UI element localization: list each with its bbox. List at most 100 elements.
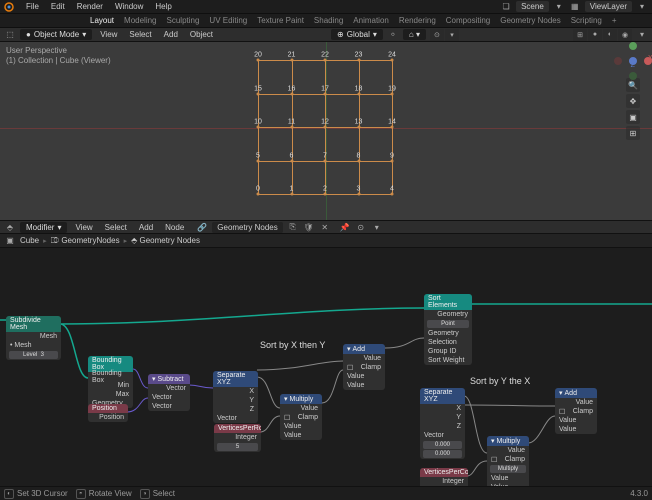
layer-new-icon[interactable]: ▾ <box>636 1 648 13</box>
snap-dropdown[interactable]: ⌂ ▾ <box>403 29 426 40</box>
propedit-dd-icon[interactable]: ▾ <box>445 29 459 41</box>
tab-render[interactable]: Rendering <box>399 16 436 25</box>
orientation-dropdown[interactable]: ⊕ Global ▾ <box>331 29 383 40</box>
crumb-object[interactable]: Cube <box>20 236 39 245</box>
vertex-index-label: 21 <box>288 52 296 59</box>
ne-menu-view[interactable]: View <box>71 223 96 232</box>
nodegroup-link-icon[interactable]: 🔗 <box>196 221 208 233</box>
vertex-index-label: 2 <box>323 186 327 193</box>
node-subdivide-mesh[interactable]: Subdivide Mesh Mesh • Mesh Level 3 <box>6 316 61 360</box>
solid-icon[interactable]: ● <box>588 29 602 41</box>
menu-help[interactable]: Help <box>149 2 177 11</box>
scene-selector[interactable]: Scene <box>516 1 549 12</box>
editor-type-icon[interactable]: ⬚ <box>4 29 16 41</box>
ne-menu-add[interactable]: Add <box>135 223 157 232</box>
node-bounding-box[interactable]: Bounding Box Bounding Box Min Max Geomet… <box>88 356 133 408</box>
zoom-icon[interactable]: 🔍 <box>626 78 640 92</box>
node-canvas[interactable]: Sort by X then Y Sort by Y the X Subdivi… <box>0 248 652 494</box>
menu-edit[interactable]: Edit <box>45 2 71 11</box>
persp-ortho-icon[interactable]: ⊞ <box>626 126 640 140</box>
menu-window[interactable]: Window <box>109 2 149 11</box>
scene-new-icon[interactable]: ▾ <box>553 1 565 13</box>
vertex <box>357 159 360 162</box>
tab-anim[interactable]: Animation <box>353 16 389 25</box>
workspace-tabs: Layout Modeling Sculpting UV Editing Tex… <box>0 14 652 28</box>
vertex-index-label: 17 <box>321 85 329 92</box>
node-separate-xyz-b[interactable]: Separate XYZ X Y Z Vector 0.000 0.000 <box>420 388 465 459</box>
viewport-header: ⬚ ● Object Mode ▾ View Select Add Object… <box>0 28 652 42</box>
vertex <box>257 159 260 162</box>
nodegroup-fake-icon[interactable]: 🛡 <box>303 221 315 233</box>
tab-geonodes[interactable]: Geometry Nodes <box>500 16 560 25</box>
node-multiply-b[interactable]: ▾ Multiply Value ☐ Clamp Multiply Value … <box>487 436 529 492</box>
pin-icon[interactable]: 📌 <box>339 221 351 233</box>
node-position[interactable]: Position Position <box>88 404 128 422</box>
ne-overlay-dd-icon[interactable]: ▾ <box>371 221 383 233</box>
tab-uv[interactable]: UV Editing <box>209 16 247 25</box>
vertex <box>290 126 293 129</box>
tab-add-icon[interactable]: + <box>612 16 617 25</box>
vertex-index-label: 22 <box>321 52 329 59</box>
move-view-icon[interactable]: ✥ <box>626 94 640 108</box>
status-select: ◑Select <box>140 489 175 499</box>
tab-shading[interactable]: Shading <box>314 16 343 25</box>
propedit-icon[interactable]: ⊙ <box>430 29 444 41</box>
vertex <box>391 159 394 162</box>
ne-menu-node[interactable]: Node <box>161 223 188 232</box>
node-multiply[interactable]: ▾ Multiply Value ☐ Clamp Value Value <box>280 394 322 440</box>
rendered-icon[interactable]: ◉ <box>618 29 632 41</box>
tab-comp[interactable]: Compositing <box>446 16 490 25</box>
ne-menu-select[interactable]: Select <box>101 223 131 232</box>
node-add-b[interactable]: ▾ Add Value ☐ Clamp Value Value <box>555 388 597 434</box>
tab-layout[interactable]: Layout <box>90 16 114 25</box>
vertex-index-label: 19 <box>388 85 396 92</box>
tab-sculpting[interactable]: Sculpting <box>167 16 200 25</box>
vertex <box>357 92 360 95</box>
vertex-index-label: 7 <box>323 152 327 159</box>
mesh-grid: 2021222324151617181910111213145678901234 <box>258 60 392 194</box>
mouse-left-icon: ◐ <box>4 489 14 499</box>
vertex <box>324 159 327 162</box>
viewlayer-selector[interactable]: ViewLayer <box>585 1 632 12</box>
vp-menu-object[interactable]: Object <box>186 30 217 39</box>
nav-gizmo[interactable]: Y X Z <box>618 46 648 76</box>
vertex <box>257 126 260 129</box>
shading-buttons: ⊞ ● ◐ ◉ <box>573 29 632 41</box>
ne-overlay-icon[interactable]: ⊙ <box>355 221 367 233</box>
wireframe-icon[interactable]: ⊞ <box>573 29 587 41</box>
node-sort-elements[interactable]: Sort Elements Geometry Point Geometry Se… <box>424 294 472 365</box>
camera-view-icon[interactable]: ▣ <box>626 110 640 124</box>
node-add[interactable]: ▾ Add Value ☐ Clamp Value Value <box>343 344 385 390</box>
vertex-index-label: 0 <box>256 186 260 193</box>
vertex-index-label: 16 <box>288 85 296 92</box>
vertex <box>357 126 360 129</box>
crumb-modifier[interactable]: ⎄ GeometryNodes <box>51 236 120 246</box>
modifier-dropdown[interactable]: Modifier ▾ <box>20 222 67 233</box>
menu-file[interactable]: File <box>20 2 45 11</box>
tab-script[interactable]: Scripting <box>571 16 602 25</box>
vertex <box>391 59 394 62</box>
vp-menu-select[interactable]: Select <box>125 30 155 39</box>
viewport-tools: Y X Z 🔍 ✥ ▣ ⊞ <box>618 46 648 140</box>
tab-texpaint[interactable]: Texture Paint <box>257 16 304 25</box>
3d-viewport[interactable]: User Perspective (1) Collection | Cube (… <box>0 42 652 220</box>
shading-dd-icon[interactable]: ▾ <box>636 29 648 41</box>
vp-menu-add[interactable]: Add <box>160 30 182 39</box>
mode-dropdown[interactable]: ● Object Mode ▾ <box>20 29 92 40</box>
tab-modeling[interactable]: Modeling <box>124 16 156 25</box>
nodegroup-name[interactable]: Geometry Nodes <box>212 222 282 233</box>
matprev-icon[interactable]: ◐ <box>603 29 617 41</box>
vp-menu-view[interactable]: View <box>96 30 121 39</box>
node-subtract[interactable]: ▾ Subtract Vector Vector Vector <box>148 374 190 411</box>
node-separate-xyz[interactable]: Separate XYZ X Y Z Vector <box>213 371 258 423</box>
top-menu-bar: File Edit Render Window Help ❏ Scene ▾ ▦… <box>0 0 652 14</box>
snap-icon[interactable]: ⸰ <box>387 29 399 41</box>
node-editor-icon[interactable]: ⬘ <box>4 221 16 233</box>
vertex-index-label: 24 <box>388 52 396 59</box>
node-vertices-per-row[interactable]: VerticesPerRow Integer 5 <box>214 424 261 452</box>
menu-render[interactable]: Render <box>71 2 109 11</box>
blender-logo-icon <box>4 2 14 12</box>
crumb-group[interactable]: ⬘ Geometry Nodes <box>131 236 200 245</box>
nodegroup-unlink-icon[interactable]: ✕ <box>319 221 331 233</box>
nodegroup-users-icon[interactable]: ⎘ <box>287 221 299 233</box>
